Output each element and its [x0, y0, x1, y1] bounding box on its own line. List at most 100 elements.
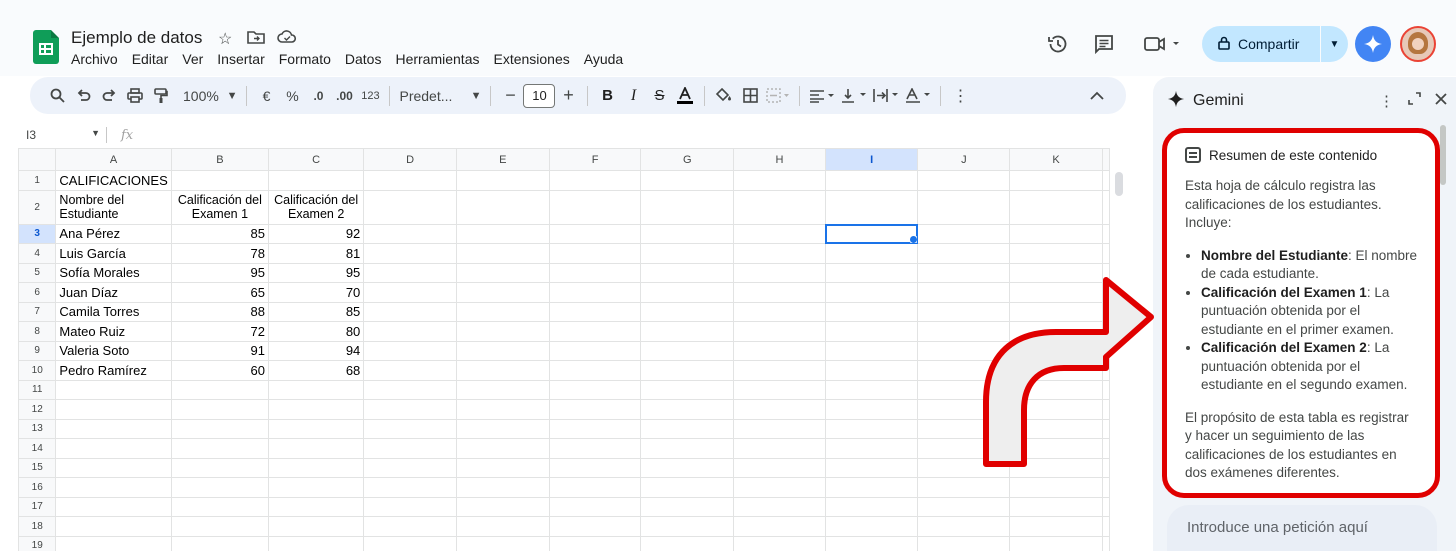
cell[interactable]: 95	[267, 262, 365, 283]
cell[interactable]	[363, 189, 457, 225]
cell[interactable]	[640, 170, 735, 191]
menu-ver[interactable]: Ver	[182, 51, 203, 67]
cell[interactable]	[55, 418, 172, 439]
cell[interactable]	[363, 340, 457, 361]
text-wrapping-icon[interactable]	[870, 82, 902, 110]
expand-panel-icon[interactable]	[1408, 92, 1421, 110]
cell[interactable]	[640, 223, 735, 244]
cell[interactable]: Nombre del Estudiante	[55, 189, 172, 225]
cell[interactable]	[733, 516, 826, 537]
menu-extensiones[interactable]: Extensiones	[493, 51, 569, 67]
cell[interactable]	[640, 189, 735, 225]
cell[interactable]	[1102, 170, 1110, 191]
row-header[interactable]: 6	[18, 282, 57, 303]
font-size-input[interactable]: 10	[523, 83, 556, 108]
cell[interactable]	[733, 301, 826, 322]
text-rotation-icon[interactable]	[902, 82, 934, 110]
font-select[interactable]: Predet... ▼	[396, 82, 484, 110]
cell[interactable]	[55, 379, 172, 400]
cell[interactable]	[456, 516, 550, 537]
row-header[interactable]: 1	[18, 170, 57, 191]
cell[interactable]	[170, 438, 270, 459]
cell[interactable]	[824, 262, 919, 283]
menu-datos[interactable]: Datos	[345, 51, 382, 67]
cell[interactable]	[733, 379, 826, 400]
cell[interactable]	[640, 535, 735, 551]
cell[interactable]	[456, 535, 550, 551]
cell[interactable]	[824, 477, 919, 498]
cell[interactable]	[55, 535, 172, 551]
cell[interactable]	[55, 516, 172, 537]
cell[interactable]	[55, 477, 172, 498]
cell[interactable]	[1009, 243, 1103, 264]
collapse-toolbar-icon[interactable]	[1084, 82, 1110, 110]
cell[interactable]	[824, 379, 919, 400]
cell[interactable]	[917, 496, 1011, 517]
increase-font-size-icon[interactable]: +	[555, 82, 581, 110]
menu-ayuda[interactable]: Ayuda	[584, 51, 623, 67]
cell[interactable]	[456, 418, 550, 439]
cell[interactable]	[824, 535, 919, 551]
fill-color-icon[interactable]	[711, 82, 737, 110]
cell[interactable]	[548, 340, 642, 361]
cell[interactable]	[824, 189, 919, 225]
column-header[interactable]: E	[456, 148, 550, 171]
cell[interactable]	[733, 243, 826, 264]
cell[interactable]: 85	[170, 223, 270, 244]
cell[interactable]	[1009, 223, 1103, 244]
cell[interactable]: 60	[170, 360, 270, 381]
cell[interactable]	[363, 262, 457, 283]
comments-icon[interactable]	[1092, 33, 1116, 57]
cell[interactable]	[170, 496, 270, 517]
cell[interactable]	[548, 243, 642, 264]
cell[interactable]: 95	[170, 262, 270, 283]
share-main[interactable]: Compartir	[1202, 26, 1320, 62]
search-menus-icon[interactable]	[44, 82, 70, 110]
cell[interactable]: 92	[267, 223, 365, 244]
row-header[interactable]: 12	[18, 399, 57, 420]
cell[interactable]	[640, 379, 735, 400]
cell[interactable]	[55, 496, 172, 517]
cell[interactable]	[548, 189, 642, 225]
cell[interactable]	[1009, 516, 1103, 537]
cell[interactable]	[824, 418, 919, 439]
cell[interactable]	[824, 301, 919, 322]
cell[interactable]	[548, 282, 642, 303]
borders-icon[interactable]	[737, 82, 763, 110]
cell[interactable]	[456, 457, 550, 478]
cell[interactable]	[170, 418, 270, 439]
cell[interactable]	[824, 282, 919, 303]
document-title[interactable]: Ejemplo de datos	[71, 28, 202, 48]
cell[interactable]	[267, 496, 365, 517]
cell[interactable]: Pedro Ramírez	[55, 360, 172, 381]
cell[interactable]	[170, 399, 270, 420]
strikethrough-icon[interactable]: S	[646, 82, 672, 110]
cell[interactable]	[456, 360, 550, 381]
row-header[interactable]: 19	[18, 535, 57, 551]
paint-format-icon[interactable]	[148, 82, 174, 110]
cell[interactable]: Mateo Ruiz	[55, 321, 172, 342]
sheets-logo-icon[interactable]	[33, 30, 59, 64]
move-folder-icon[interactable]	[247, 29, 265, 50]
row-header[interactable]: 2	[18, 189, 57, 225]
cell[interactable]	[733, 170, 826, 191]
cell[interactable]	[456, 170, 550, 191]
cell[interactable]	[733, 438, 826, 459]
cell[interactable]	[363, 516, 457, 537]
row-header[interactable]: 16	[18, 477, 57, 498]
cell[interactable]	[55, 399, 172, 420]
gemini-prompt-input[interactable]: Introduce una petición aquí	[1167, 505, 1437, 551]
cell[interactable]: Juan Díaz	[55, 282, 172, 303]
cell[interactable]	[267, 477, 365, 498]
cell[interactable]	[456, 340, 550, 361]
cell[interactable]	[640, 243, 735, 264]
cell[interactable]	[456, 262, 550, 283]
italic-icon[interactable]: I	[620, 82, 646, 110]
cell[interactable]	[267, 418, 365, 439]
cell[interactable]: CALIFICACIONES	[55, 170, 172, 191]
cell[interactable]	[363, 399, 457, 420]
selected-cell[interactable]	[824, 223, 919, 244]
cell[interactable]	[824, 516, 919, 537]
cell[interactable]	[1009, 535, 1103, 551]
cell[interactable]	[733, 262, 826, 283]
